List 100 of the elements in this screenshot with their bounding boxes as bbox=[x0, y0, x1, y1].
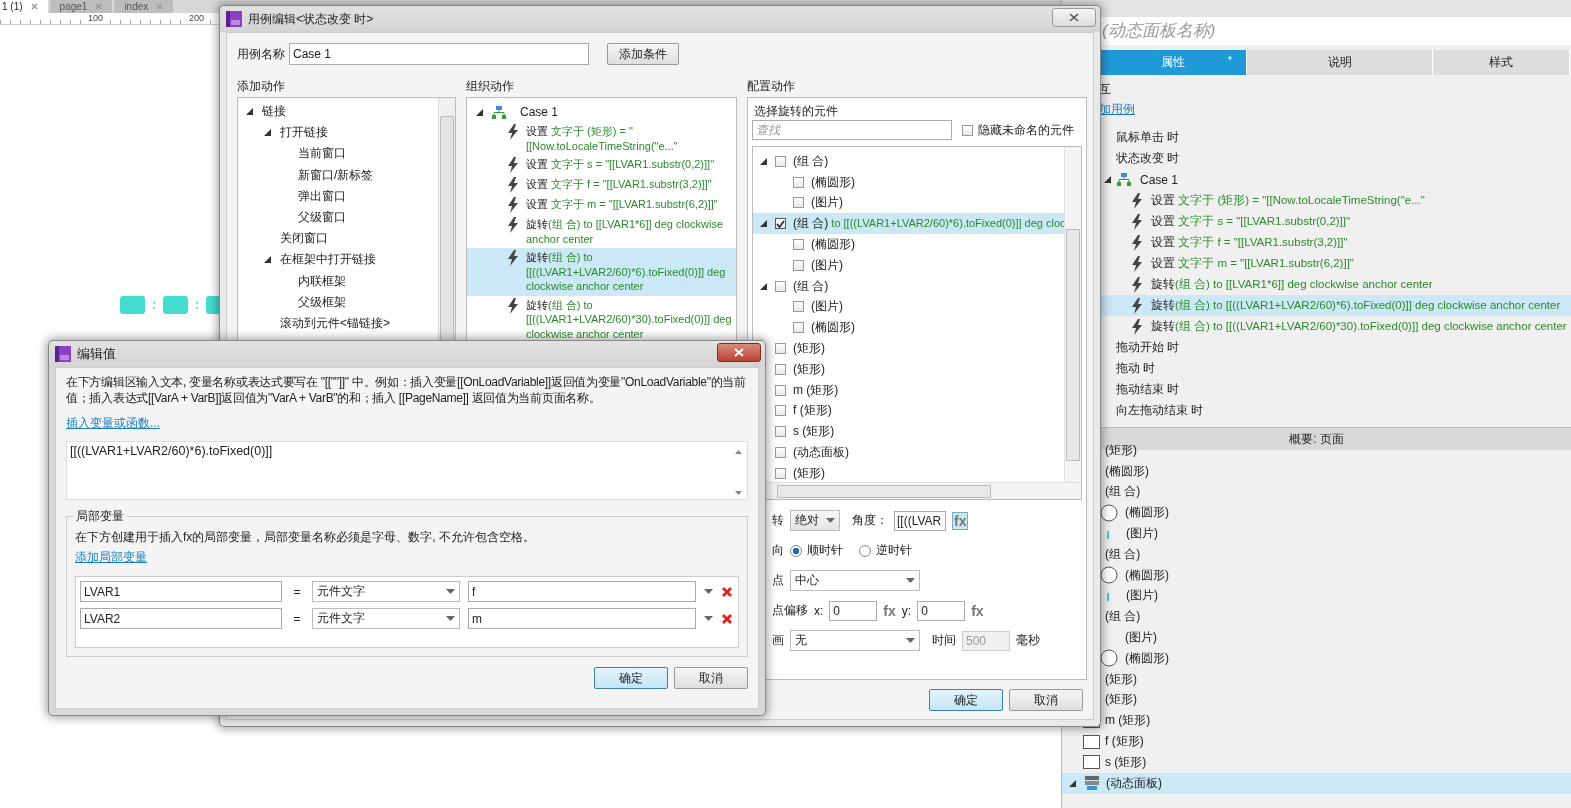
radio-button[interactable] bbox=[859, 544, 871, 557]
tree-item[interactable]: 内联框架 bbox=[298, 272, 346, 290]
fx-button[interactable]: fx bbox=[952, 511, 969, 530]
checkbox[interactable] bbox=[775, 343, 786, 355]
outline-item[interactable]: (椭圆形) bbox=[1062, 502, 1571, 524]
action-item[interactable]: 旋转(组 合) to [[LVAR1*6]] deg clockwise anchor center bbox=[467, 215, 736, 248]
event-item[interactable]: 状态改变 时 bbox=[1099, 148, 1571, 169]
close-icon[interactable] bbox=[156, 3, 164, 10]
checkbox[interactable] bbox=[775, 280, 786, 292]
scroll-up-icon[interactable] bbox=[735, 450, 742, 454]
angle-field[interactable]: [[((LVAR bbox=[894, 510, 946, 531]
widget-item[interactable]: (矩形) bbox=[753, 462, 1066, 484]
action-item[interactable]: 设置 文字于 (矩形) = "[[Now.toLocaleTimeString("e..." bbox=[467, 122, 736, 155]
search-field[interactable]: 查找 bbox=[752, 120, 952, 140]
outline-item[interactable]: (椭圆形) bbox=[1062, 647, 1571, 669]
checkbox[interactable] bbox=[793, 197, 804, 209]
add-condition-button[interactable]: 添加条件 bbox=[607, 43, 679, 65]
tree-item[interactable]: 在框架中打开链接 bbox=[280, 251, 376, 269]
expand-triangle-icon[interactable] bbox=[263, 128, 272, 138]
x-field[interactable]: 0 bbox=[829, 600, 878, 621]
dropdown[interactable]: 元件文字 bbox=[312, 581, 460, 602]
action-item[interactable]: 设置 文字于 f = "[[LVAR1.substr(3,2)]]" bbox=[1099, 232, 1571, 253]
outline-item[interactable]: s (矩形) bbox=[1062, 751, 1571, 773]
case-label[interactable]: Case 1 bbox=[520, 105, 559, 119]
checkbox[interactable] bbox=[793, 239, 804, 251]
dropdown[interactable]: 绝对 bbox=[790, 510, 840, 531]
value-text-area[interactable]: [[((LVAR1+LVAR2/60)*6).toFixed(0)]] bbox=[66, 441, 748, 500]
radio-button[interactable] bbox=[790, 544, 802, 557]
variable-name-field[interactable]: LVAR1 bbox=[80, 581, 282, 602]
checkbox[interactable] bbox=[775, 155, 786, 167]
action-item[interactable]: 设置 文字于 f = "[[LVAR1.substr(3,2)]]" bbox=[467, 175, 736, 195]
widget-item[interactable]: (椭圆形) bbox=[753, 171, 1066, 193]
checkbox[interactable] bbox=[775, 467, 786, 479]
tab[interactable]: 样式 bbox=[1433, 50, 1570, 75]
outline-item[interactable]: (动态面板) bbox=[1062, 772, 1571, 794]
widget-item[interactable]: (组 合) bbox=[753, 151, 1066, 172]
tree-item[interactable]: 关闭窗口 bbox=[280, 230, 328, 248]
expand-triangle-icon[interactable] bbox=[759, 219, 768, 229]
event-item[interactable]: 鼠标单击 时 bbox=[1099, 127, 1571, 148]
checkbox[interactable] bbox=[775, 218, 786, 230]
widget-item[interactable]: f (矩形) bbox=[753, 400, 1066, 422]
tree-item[interactable]: 滚动到元件<锚链接> bbox=[280, 314, 390, 332]
close-button[interactable] bbox=[717, 343, 761, 362]
expand-triangle-icon[interactable] bbox=[759, 281, 768, 291]
checkbox[interactable] bbox=[775, 447, 786, 459]
document-tab[interactable]: page1 bbox=[49, 0, 113, 13]
checkbox[interactable] bbox=[775, 405, 786, 417]
tree-item[interactable]: 弹出窗口 bbox=[298, 187, 346, 205]
checkbox[interactable] bbox=[793, 176, 804, 188]
target-field[interactable]: f bbox=[468, 581, 696, 602]
action-item[interactable]: 旋转(组 合) to [[((LVAR1+LVAR2/60)*6).toFixed(0)]] deg clockwise anchor center bbox=[467, 248, 736, 296]
target-field[interactable]: m bbox=[468, 608, 696, 629]
dropdown[interactable]: 中心 bbox=[790, 570, 920, 591]
document-tab[interactable]: index bbox=[114, 0, 174, 13]
widget-item[interactable]: (椭圆形) bbox=[753, 234, 1066, 255]
checkbox[interactable] bbox=[775, 426, 786, 438]
tree-item[interactable]: 打开链接 bbox=[280, 124, 328, 142]
action-item[interactable]: 设置 文字于 m = "[[LVAR1.substr(6,2)]]" bbox=[1099, 253, 1571, 274]
widget-item[interactable]: (矩形) bbox=[753, 358, 1066, 380]
close-icon[interactable] bbox=[30, 3, 38, 10]
action-item[interactable]: 设置 文字于 s = "[[LVAR1.substr(0,2)]]" bbox=[1099, 211, 1571, 232]
close-icon[interactable] bbox=[95, 3, 103, 10]
tree-item[interactable]: 当前窗口 bbox=[298, 145, 346, 163]
widget-item[interactable]: m (矩形) bbox=[753, 379, 1066, 401]
variable-name-field[interactable]: LVAR2 bbox=[80, 608, 282, 629]
scrollbar[interactable] bbox=[1064, 147, 1081, 483]
expand-triangle-icon[interactable] bbox=[759, 156, 768, 166]
tab[interactable]: 说明 bbox=[1247, 50, 1433, 75]
checkbox[interactable] bbox=[793, 322, 804, 334]
checkbox[interactable] bbox=[962, 124, 973, 136]
widget-item[interactable]: (椭圆形) bbox=[753, 317, 1066, 339]
tree-item[interactable]: 父级框架 bbox=[298, 293, 346, 311]
scroll-down-icon[interactable] bbox=[735, 491, 742, 495]
action-item[interactable]: 旋转(组 合) to [[((LVAR1+LVAR2/60)*30).toFixed(0)]] deg clockwise anchor center bbox=[1099, 316, 1571, 337]
action-item[interactable]: 设置 文字于 m = "[[LVAR1.substr(6,2)]]" bbox=[467, 195, 736, 215]
outline-item[interactable]: f (矩形) bbox=[1062, 731, 1571, 752]
y-field[interactable]: 0 bbox=[917, 600, 966, 621]
action-item[interactable]: 旋转(组 合) to [[LVAR1*6]] deg clockwise anchor center bbox=[1099, 274, 1571, 295]
checkbox[interactable] bbox=[775, 384, 786, 396]
checkbox[interactable] bbox=[793, 259, 804, 271]
widget-item[interactable]: (组 合) to [[((LVAR1+LVAR2/60)*6).toFixed(0)]] deg cloc bbox=[753, 213, 1066, 235]
outline-item[interactable]: (图片) bbox=[1062, 523, 1571, 544]
fx-button[interactable]: fx bbox=[883, 602, 896, 619]
add-variable-link[interactable]: 添加局部变量 bbox=[75, 549, 147, 566]
delete-icon[interactable] bbox=[721, 612, 733, 625]
dropdown[interactable]: 无 bbox=[790, 630, 920, 651]
action-item[interactable]: 设置 文字于 s = "[[LVAR1.substr(0,2)]]" bbox=[467, 155, 736, 175]
tree-item[interactable]: 父级窗口 bbox=[298, 209, 346, 227]
document-tab[interactable]: 1 (1) bbox=[0, 0, 48, 13]
checkbox[interactable] bbox=[793, 301, 804, 313]
case-name-field[interactable]: Case 1 bbox=[289, 43, 589, 65]
close-button[interactable] bbox=[1052, 8, 1096, 27]
event-item[interactable]: 拖动结束 时 bbox=[1099, 379, 1571, 400]
cancel-button[interactable]: 取消 bbox=[674, 667, 748, 689]
outline-item[interactable]: (图片) bbox=[1062, 585, 1571, 607]
insert-variable-link[interactable]: 插入变量或函数... bbox=[66, 415, 160, 432]
outline-item[interactable]: (椭圆形) bbox=[1062, 564, 1571, 586]
event-item[interactable]: 拖动 时 bbox=[1099, 358, 1571, 379]
tree-item[interactable]: 链接 bbox=[262, 103, 286, 121]
widget-item[interactable]: (组 合) bbox=[753, 275, 1066, 297]
